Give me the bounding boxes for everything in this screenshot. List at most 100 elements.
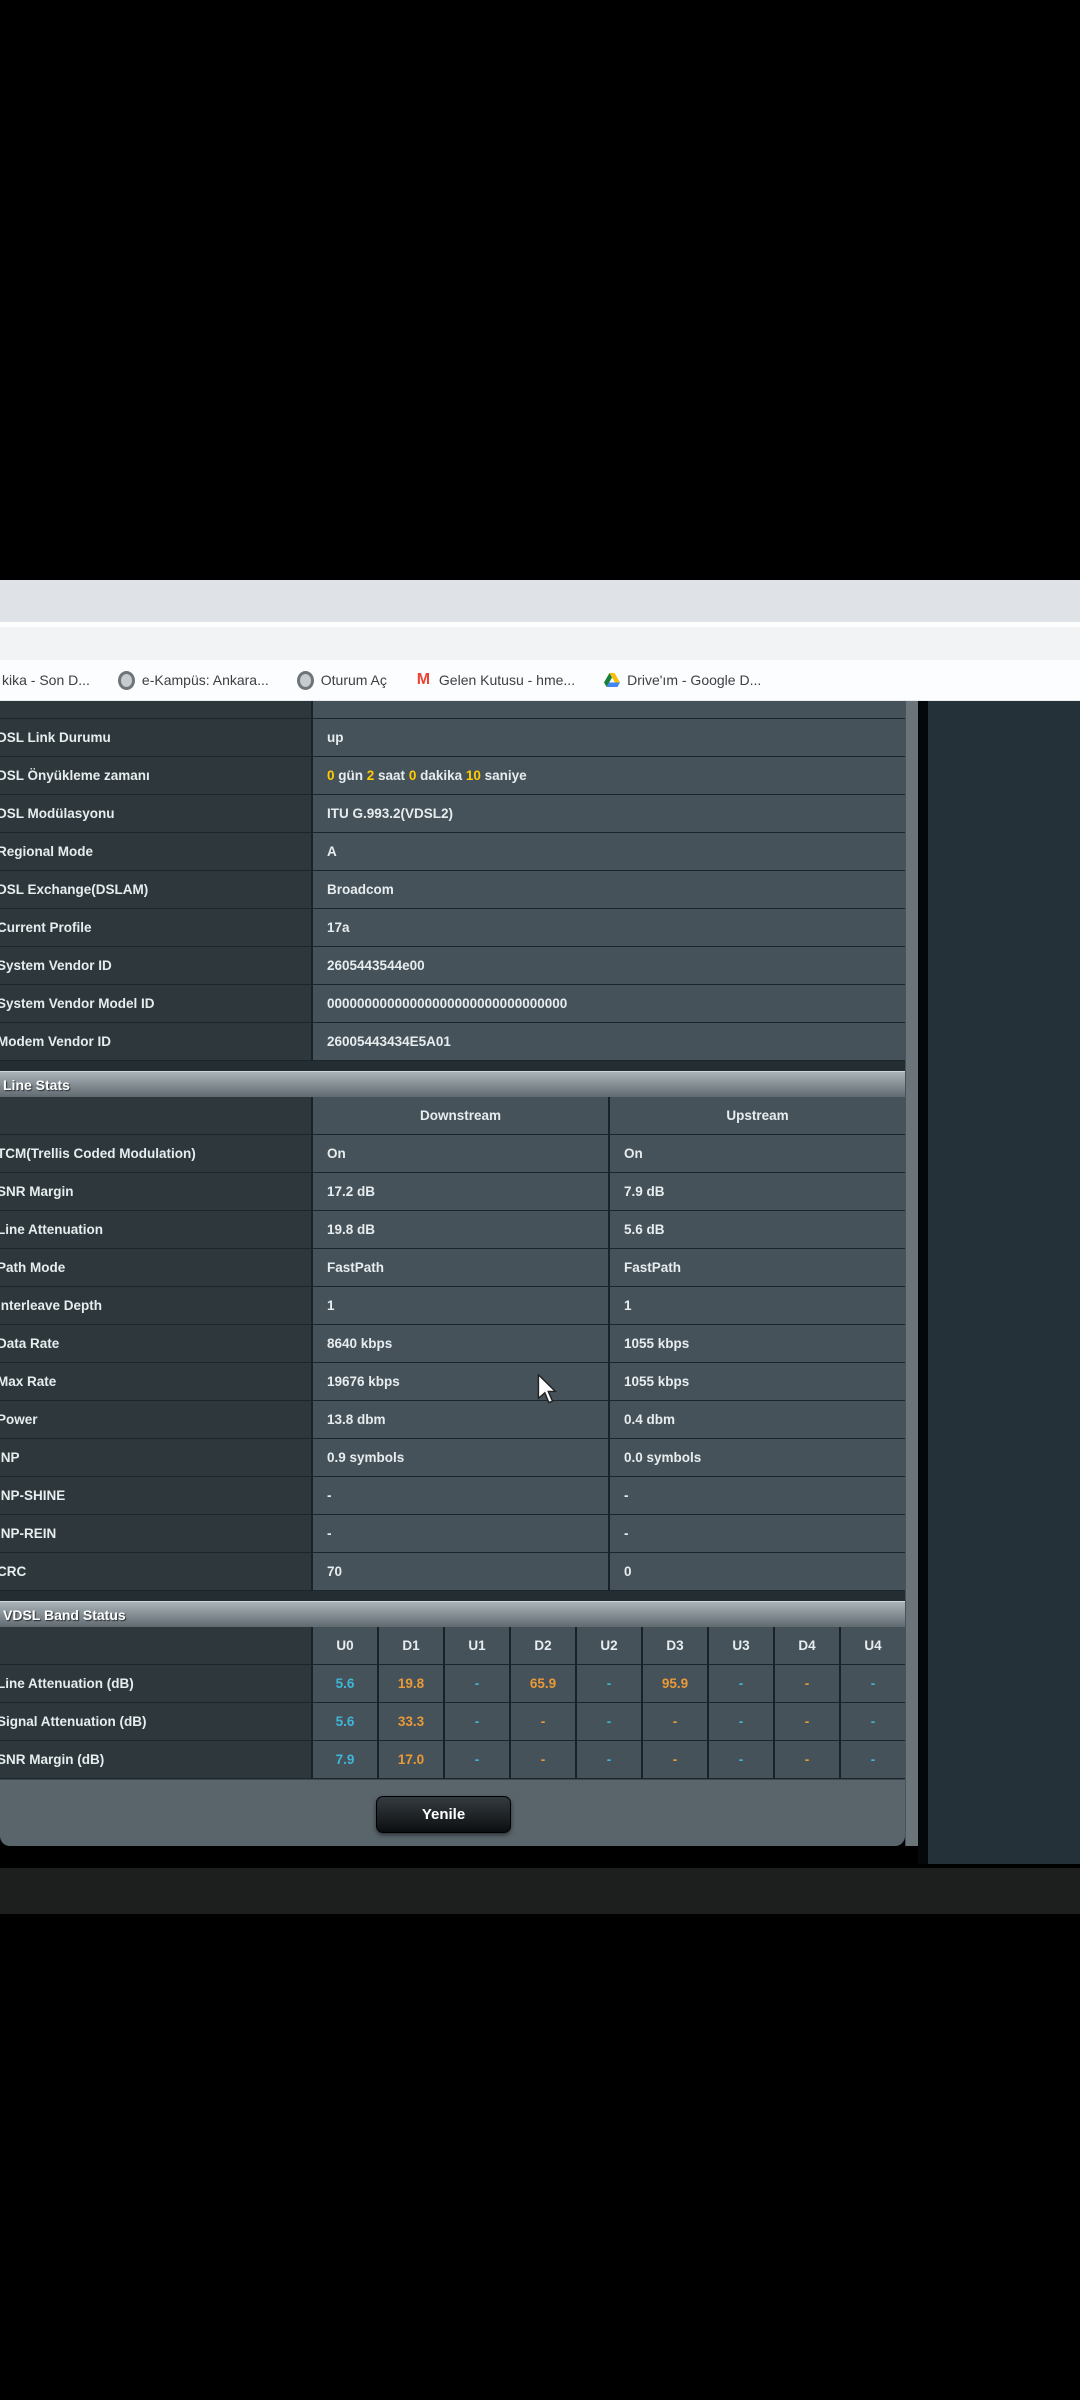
row-label-cell: Current Profile	[0, 909, 311, 947]
downstream-value-cell: 70	[311, 1553, 608, 1591]
table-row: SNR Margin 17.2 dB 7.9 dB	[0, 1173, 905, 1211]
table-header-row: U0 D1 U1 D2 U2 D3 U3 D4 U4	[0, 1627, 905, 1665]
downstream-value-cell: On	[311, 1135, 608, 1173]
browser-toolbar	[0, 627, 1080, 660]
drive-icon	[603, 672, 620, 687]
row-label-cell: System Vendor Model ID	[0, 985, 311, 1023]
upstream-value-cell: 0.0 symbols	[608, 1439, 905, 1477]
browser-tab-strip	[0, 580, 1080, 622]
band-value-cell: 95.9	[641, 1665, 707, 1703]
row-label-cell: DSL Önyükleme zamanı	[0, 757, 311, 795]
bookmark-item[interactable]: M Gelen Kutusu - hme...	[415, 672, 575, 689]
band-value-cell: 5.6	[311, 1703, 377, 1741]
row-label-cell: Regional Mode	[0, 833, 311, 871]
upstream-value-cell: 0	[608, 1553, 905, 1591]
band-value-cell: 19.8	[377, 1665, 443, 1703]
band-value-cell: -	[839, 1665, 905, 1703]
row-label-cell: Data Rate	[0, 1325, 311, 1363]
downstream-value-cell: 17.2 dB	[311, 1173, 608, 1211]
column-header-u4: U4	[839, 1627, 905, 1665]
band-value-cell: -	[641, 1703, 707, 1741]
table-row: Signal Attenuation (dB) 5.6 33.3- - - - - - -	[0, 1703, 905, 1741]
column-header-d3: D3	[641, 1627, 707, 1665]
row-label-cell: Line Attenuation	[0, 1211, 311, 1249]
vdsl-band-status-table: U0 D1 U1 D2 U2 D3 U3 D4 U4 Line Attenuation (dB) 5…	[0, 1627, 905, 1779]
row-value-cell: 26005443434E5A01	[311, 1023, 905, 1061]
column-header-u0: U0	[311, 1627, 377, 1665]
row-label-cell: INP-REIN	[0, 1515, 311, 1553]
table-row: Path Mode FastPath FastPath	[0, 1249, 905, 1287]
bookmark-label: e-Kampüs: Ankara...	[141, 672, 269, 688]
bookmark-item[interactable]: Drive'ım - Google D...	[603, 672, 761, 689]
row-value-cell: ITU G.993.2(VDSL2)	[311, 795, 905, 833]
band-value-cell: -	[575, 1665, 641, 1703]
globe-favicon-icon	[117, 670, 135, 690]
table-row: DSL Modülasyonu ITU G.993.2(VDSL2)	[0, 795, 905, 833]
column-header-downstream: Downstream	[311, 1097, 608, 1135]
column-header-u1: U1	[443, 1627, 509, 1665]
upstream-value-cell: 0.4 dbm	[608, 1401, 905, 1439]
actions-panel: Yenile	[0, 1779, 905, 1846]
band-value-cell: -	[641, 1741, 707, 1779]
band-value-cell: 17.0	[377, 1741, 443, 1779]
band-value-cell: -	[707, 1665, 773, 1703]
downstream-value-cell: FastPath	[311, 1249, 608, 1287]
upstream-value-cell: 1	[608, 1287, 905, 1325]
band-value-cell: -	[575, 1741, 641, 1779]
line-stats-table: Downstream Upstream TCM(Trellis Coded Modu…	[0, 1097, 905, 1591]
browser-scrollbar[interactable]	[905, 701, 918, 1846]
table-row: DSL Önyükleme zamanı 0 gün 2 saat 0 dakik…	[0, 757, 905, 795]
band-value-cell: -	[839, 1703, 905, 1741]
upstream-value-cell: On	[608, 1135, 905, 1173]
bookmark-label: Drive'ım - Google D...	[627, 672, 762, 688]
band-value-cell: -	[509, 1741, 575, 1779]
row-label-cell	[0, 1097, 311, 1135]
row-label-cell	[0, 701, 311, 719]
table-row: Modem Vendor ID 26005443434E5A01	[0, 1023, 905, 1061]
bookmarks-bar: kika - Son D... e-Kampüs: Ankara... Oturum…	[0, 660, 1080, 701]
upstream-value-cell: 5.6 dB	[608, 1211, 905, 1249]
refresh-button[interactable]: Yenile	[376, 1796, 511, 1833]
row-label-cell: CRC	[0, 1553, 311, 1591]
table-row: Current Profile 17a	[0, 909, 905, 947]
column-header-d2: D2	[509, 1627, 575, 1665]
table-row: INP-REIN - -	[0, 1515, 905, 1553]
row-label-cell: SNR Margin	[0, 1173, 311, 1211]
band-value-cell: 5.6	[311, 1665, 377, 1703]
band-value-cell: -	[773, 1665, 839, 1703]
table-row: Regional Mode A	[0, 833, 905, 871]
column-header-u3: U3	[707, 1627, 773, 1665]
gmail-icon: M	[416, 671, 431, 688]
downstream-value-cell: -	[311, 1515, 608, 1553]
globe-icon	[296, 670, 314, 690]
screen: { "browser": { "bookmarks": [ {"label": …	[0, 0, 1080, 2400]
downstream-value-cell: 13.8 dbm	[311, 1401, 608, 1439]
row-value-cell: 00000000000000000000000000000000	[311, 985, 905, 1023]
band-value-cell: -	[839, 1741, 905, 1779]
bookmark-label: Gelen Kutusu - hme...	[438, 672, 576, 688]
table-row: Data Rate 8640 kbps 1055 kbps	[0, 1325, 905, 1363]
row-label-cell: Path Mode	[0, 1249, 311, 1287]
row-value-cell	[311, 701, 905, 719]
row-label-cell: TCM(Trellis Coded Modulation)	[0, 1135, 311, 1173]
router-status-page: DSL Link Durumu up DSL Önyükleme zamanı 0 g…	[0, 701, 905, 1846]
table-row: INP-SHINE - -	[0, 1477, 905, 1515]
upstream-value-cell: -	[608, 1515, 905, 1553]
band-value-cell: -	[443, 1703, 509, 1741]
table-row: DSL Link Durumu up	[0, 719, 905, 757]
row-label-cell: Max Rate	[0, 1363, 311, 1401]
table-row: Interleave Depth 1 1	[0, 1287, 905, 1325]
downstream-value-cell: 19.8 dB	[311, 1211, 608, 1249]
row-label-cell: INP-SHINE	[0, 1477, 311, 1515]
dsl-status-table: DSL Link Durumu up DSL Önyükleme zamanı 0 g…	[0, 719, 905, 1061]
bookmark-item[interactable]: Oturum Aç	[296, 670, 387, 690]
vdsl-band-status-header: VDSL Band Status	[0, 1601, 905, 1627]
globe-favicon-icon	[296, 670, 314, 690]
bookmark-label: Oturum Aç	[320, 672, 387, 688]
downstream-value-cell: 0.9 symbols	[311, 1439, 608, 1477]
band-value-cell: 7.9	[311, 1741, 377, 1779]
bookmark-item[interactable]: kika - Son D...	[2, 672, 90, 688]
row-label-cell: Modem Vendor ID	[0, 1023, 311, 1061]
bookmark-item[interactable]: e-Kampüs: Ankara...	[117, 670, 269, 690]
band-value-cell: -	[707, 1741, 773, 1779]
